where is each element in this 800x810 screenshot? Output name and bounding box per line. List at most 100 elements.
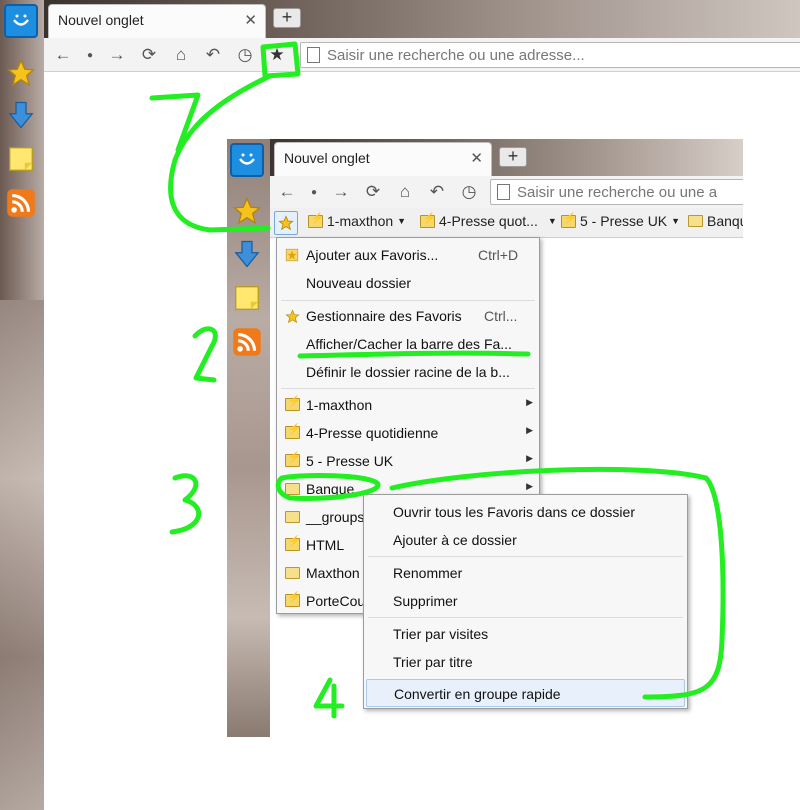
new-tab-button[interactable]: +: [273, 8, 301, 28]
dot-icon: ●: [310, 186, 318, 198]
bookmark-1-maxthon[interactable]: 1-maxthon ▼: [308, 213, 406, 229]
forward-icon[interactable]: →: [104, 42, 130, 68]
menu-item-label: Trier par titre: [393, 654, 473, 670]
home-icon[interactable]: ⌂: [392, 179, 418, 205]
dot-icon: ●: [86, 49, 94, 61]
address-placeholder: Saisir une recherche ou une adresse...: [327, 47, 585, 64]
menu-item-shortcut: Ctrl+D: [478, 247, 519, 263]
page-icon: [307, 47, 320, 63]
rss-icon[interactable]: [4, 186, 38, 220]
browser-sidebar: [0, 0, 44, 810]
dropdown-arrow-icon: ▼: [397, 216, 407, 226]
menu-item-label: Maxthon: [306, 565, 360, 581]
menu-item-convert-quick-group[interactable]: Convertir en groupe rapide: [366, 679, 685, 707]
menu-item-label: Définir le dossier racine de la b...: [306, 364, 510, 380]
menu-item-label: __groups: [306, 509, 365, 525]
menu-item-rename[interactable]: Renommer: [364, 559, 687, 587]
new-tab-button[interactable]: +: [499, 147, 527, 167]
notes-icon[interactable]: [230, 281, 264, 315]
folder-icon: [285, 482, 300, 498]
undo-icon[interactable]: ↶: [200, 42, 226, 68]
bookmark-label: 4-Presse quot...: [439, 213, 538, 229]
menu-item-delete[interactable]: Supprimer: [364, 587, 687, 615]
star-icon: [278, 215, 294, 231]
menu-item-favorites-manager[interactable]: Gestionnaire des Favoris Ctrl...: [277, 302, 539, 330]
menu-item-label: Afficher/Cacher la barre des Fa...: [306, 336, 512, 352]
group-icon: [285, 424, 300, 442]
group-icon: [285, 452, 300, 470]
folder-icon: [688, 215, 703, 227]
menu-item-4-presse[interactable]: 4-Presse quotidienne ▶: [277, 419, 539, 447]
menu-item-sort-visits[interactable]: Trier par visites: [364, 620, 687, 648]
group-icon: [308, 213, 323, 228]
menu-separator: [368, 556, 683, 557]
menu-item-shortcut: Ctrl...: [484, 308, 518, 324]
address-placeholder: Saisir une recherche ou une a: [517, 184, 718, 201]
download-icon[interactable]: [4, 98, 38, 132]
address-bar[interactable]: Saisir une recherche ou une a: [490, 179, 743, 205]
menu-item-sort-title[interactable]: Trier par titre: [364, 648, 687, 676]
annotation-number-3: [169, 473, 202, 535]
group-icon: [561, 213, 576, 228]
refresh-icon[interactable]: ⟳: [360, 179, 386, 205]
menu-item-label: Nouveau dossier: [306, 275, 412, 291]
dropdown-arrow-icon: ▼: [547, 216, 557, 226]
close-tab-icon[interactable]: ✕: [470, 149, 483, 167]
add-favorite-icon: [285, 248, 299, 265]
tab-nouvel-onglet[interactable]: Nouvel onglet ✕: [48, 4, 266, 38]
submenu-arrow-icon: ▶: [526, 481, 533, 491]
menu-separator: [281, 388, 535, 389]
back-icon[interactable]: ←: [274, 179, 300, 205]
menu-item-label: HTML: [306, 537, 345, 553]
tab-title: Nouvel onglet: [58, 12, 144, 28]
menu-separator: [368, 617, 683, 618]
menu-item-label: Ouvrir tous les Favoris dans ce dossier: [393, 504, 635, 520]
menu-item-add-favorite[interactable]: Ajouter aux Favoris... Ctrl+D: [277, 241, 539, 269]
menu-item-toggle-bookmarks-bar[interactable]: Afficher/Cacher la barre des Fa...: [277, 330, 539, 358]
navigation-toolbar: ← ● → ⟳ ⌂ ↶ ◷ ★ Saisir une recherche ou …: [44, 38, 800, 72]
menu-item-label: Trier par visites: [393, 626, 489, 642]
refresh-icon[interactable]: ⟳: [136, 42, 162, 68]
menu-item-new-folder[interactable]: Nouveau dossier: [277, 269, 539, 297]
bookmark-4-presse[interactable]: 4-Presse quot... ▼: [420, 213, 557, 229]
menu-item-open-all[interactable]: Ouvrir tous les Favoris dans ce dossier: [364, 498, 687, 526]
bookmark-banque[interactable]: Banqu: [688, 213, 743, 229]
menu-item-5-presse-uk[interactable]: 5 - Presse UK ▶: [277, 447, 539, 475]
sidebar-background: [0, 300, 44, 810]
menu-item-set-root-folder[interactable]: Définir le dossier racine de la b...: [277, 358, 539, 386]
forward-icon[interactable]: →: [328, 179, 354, 205]
maxthon-logo-icon[interactable]: [230, 143, 264, 177]
notes-icon[interactable]: [4, 142, 38, 176]
menu-item-label: 5 - Presse UK: [306, 453, 394, 469]
menu-item-label: Convertir en groupe rapide: [394, 686, 561, 702]
group-icon: [285, 536, 300, 554]
favorites-star-icon[interactable]: [230, 194, 264, 228]
menu-item-add-to-folder[interactable]: Ajouter à ce dossier: [364, 526, 687, 554]
maxthon-logo-icon[interactable]: [4, 4, 38, 38]
menu-item-1-maxthon[interactable]: 1-maxthon ▶: [277, 391, 539, 419]
address-bar[interactable]: Saisir une recherche ou une adresse...: [300, 42, 800, 68]
submenu-arrow-icon: ▶: [526, 425, 533, 435]
inner-tab-nouvel-onglet[interactable]: Nouvel onglet ✕: [274, 142, 492, 176]
download-icon[interactable]: [230, 237, 264, 271]
close-tab-icon[interactable]: ✕: [244, 11, 257, 29]
menu-item-label: Banque: [306, 481, 355, 497]
page-icon: [497, 184, 510, 200]
tab-title: Nouvel onglet: [284, 150, 370, 166]
bookmark-5-presse-uk[interactable]: 5 - Presse UK ▼: [561, 213, 680, 229]
history-icon[interactable]: ◷: [456, 179, 482, 205]
rss-icon[interactable]: [230, 325, 264, 359]
inner-navigation-toolbar: ← ● → ⟳ ⌂ ↶ ◷ Saisir une recherche ou un…: [270, 176, 743, 208]
bookmark-label: 5 - Presse UK: [580, 213, 668, 229]
home-icon[interactable]: ⌂: [168, 42, 194, 68]
menu-item-label: 1-maxthon: [306, 397, 373, 413]
annotation-number-2: [192, 326, 218, 383]
inner-sidebar: [227, 139, 270, 737]
back-icon[interactable]: ←: [50, 42, 76, 68]
menu-item-label: 4-Presse quotidienne: [306, 425, 439, 441]
favorites-star-icon[interactable]: [4, 56, 38, 90]
favorites-menu-button[interactable]: [274, 211, 298, 235]
favorites-star-icon[interactable]: ★: [264, 42, 290, 68]
undo-icon[interactable]: ↶: [424, 179, 450, 205]
history-icon[interactable]: ◷: [232, 42, 258, 68]
